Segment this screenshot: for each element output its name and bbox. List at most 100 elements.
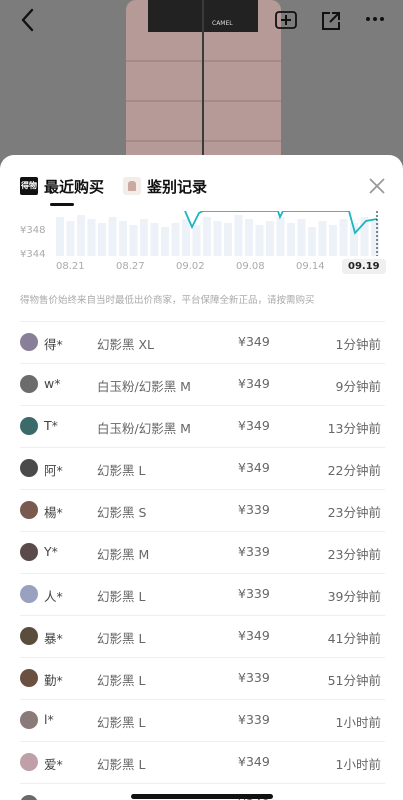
product-spec: 幻影黑 L: [97, 673, 146, 688]
product-spec: 幻影黑 L: [97, 631, 146, 646]
purchase-price: ¥349: [238, 460, 270, 475]
purchase-time: 13分钟前: [327, 421, 381, 436]
purchase-record-row: 得* 幻影黑 XL ¥349 1分钟前: [20, 321, 385, 363]
avatar: [20, 459, 38, 477]
price-bar: [266, 221, 274, 256]
price-bar: [108, 217, 117, 256]
more-icon[interactable]: [364, 8, 386, 30]
price-bar: [129, 225, 138, 256]
price-bar: [192, 225, 201, 256]
tab-authentication-records[interactable]: 鉴别记录: [123, 173, 207, 199]
buyer-name: l*: [44, 712, 54, 727]
active-tab-indicator: [50, 203, 74, 206]
buyer-name: 阿*: [44, 463, 63, 478]
share-icon[interactable]: [320, 10, 342, 32]
price-bar: [203, 217, 211, 256]
buyer-name: 暴*: [44, 631, 63, 646]
dewu-logo-icon: 得物: [20, 177, 38, 195]
price-bar: [318, 221, 327, 256]
price-bar: [329, 225, 337, 256]
purchase-time: 23分钟前: [327, 547, 381, 562]
x-tick-label: 08.27: [116, 261, 145, 272]
price-bar: [171, 223, 180, 256]
x-tick-label: 09.02: [176, 261, 205, 272]
avatar: [20, 543, 38, 561]
product-spec: 白玉粉/幻影黑 M: [97, 421, 191, 436]
purchase-record-row: 爱* 幻影黑 L ¥349 1小时前: [20, 741, 385, 783]
avatar: [20, 501, 38, 519]
purchase-record-row: 楊* 幻影黑 S ¥339 23分钟前: [20, 489, 385, 531]
back-arrow-icon[interactable]: [18, 6, 40, 34]
home-indicator: [131, 794, 273, 799]
price-bar: [182, 219, 190, 256]
purchase-time: 41分钟前: [327, 631, 381, 646]
price-bar: [77, 215, 85, 256]
price-bar: [339, 219, 348, 256]
purchase-records-list: 得* 幻影黑 XL ¥349 1分钟前 w* 白玉粉/幻影黑 M ¥349 9分钟前 T* 白玉粉…: [20, 321, 385, 800]
purchase-time: 39分钟前: [327, 589, 381, 604]
purchase-price: ¥339: [238, 502, 270, 517]
avatar: [20, 585, 38, 603]
price-bar: [87, 219, 96, 256]
price-bar: [234, 215, 243, 256]
purchase-price: ¥349: [238, 628, 270, 643]
price-bar: [140, 219, 148, 256]
price-bars: [56, 215, 379, 256]
purchase-time: 1小时前: [335, 715, 381, 730]
avatar: [20, 627, 38, 645]
sell-icon[interactable]: [274, 8, 298, 32]
avatar: [20, 753, 38, 771]
avatar: [20, 333, 38, 351]
buyer-name: 爱*: [44, 757, 63, 772]
recent-purchases-sheet: 得物 最近购买 鉴别记录 ¥348 ¥344 08.21 08.27 09.02…: [0, 155, 403, 800]
price-bar: [161, 227, 169, 256]
buyer-name: 勤*: [44, 673, 63, 688]
purchase-time: 51分钟前: [327, 673, 381, 688]
purchase-price: ¥339: [238, 670, 270, 685]
buyer-name: 小*: [44, 796, 63, 800]
tab-label: 鉴别记录: [147, 177, 208, 196]
avatar: [20, 711, 38, 729]
product-spec: 幻影黑 L: [97, 757, 146, 772]
buyer-name: 楊*: [44, 505, 63, 520]
sheet-tabs: 得物 最近购买 鉴别记录: [0, 155, 403, 211]
purchase-time: 1小时前: [336, 796, 381, 800]
price-bar: [150, 223, 159, 256]
tab-recent-purchases[interactable]: 得物 最近购买: [20, 173, 104, 199]
close-icon[interactable]: [366, 175, 388, 197]
purchase-record-row: w* 白玉粉/幻影黑 M ¥349 9分钟前: [20, 363, 385, 405]
purchase-record-row: Y* 幻影黑 M ¥339 23分钟前: [20, 531, 385, 573]
purchase-record-row: 阿* 幻影黑 L ¥349 22分钟前: [20, 447, 385, 489]
purchase-time: 23分钟前: [327, 505, 381, 520]
price-bar: [245, 219, 253, 256]
product-spec: 幻影黑 M: [97, 547, 150, 562]
purchase-price: ¥339: [238, 712, 270, 727]
y-tick-label: ¥348: [20, 225, 46, 236]
avatar: [20, 669, 38, 687]
purchase-price: ¥349: [238, 334, 270, 349]
price-bar: [255, 225, 264, 256]
purchase-time: 1分钟前: [335, 337, 381, 352]
top-bar: [0, 0, 403, 40]
price-bar: [119, 221, 127, 256]
buyer-name: T*: [44, 418, 58, 433]
buyer-name: w*: [44, 376, 61, 391]
purchase-price: ¥349: [238, 754, 270, 769]
price-bar: [66, 221, 75, 256]
price-bar: [98, 223, 106, 256]
purchase-price: ¥349: [238, 418, 270, 433]
product-spec: 幻影黑 S: [97, 505, 147, 520]
price-bar: [276, 217, 285, 256]
price-bar: [297, 219, 306, 256]
purchase-record-row: 暴* 幻影黑 L ¥349 41分钟前: [20, 615, 385, 657]
product-backdrop: CAMEL: [0, 0, 403, 160]
price-bar: [56, 217, 64, 256]
x-tick-label: 09.14: [296, 261, 325, 272]
purchase-price: ¥349: [238, 376, 270, 391]
purchase-time: 22分钟前: [327, 463, 381, 478]
purchase-record-row: 勤* 幻影黑 L ¥339 51分钟前: [20, 657, 385, 699]
x-tick-label-selected[interactable]: 09.19: [342, 259, 386, 274]
purchase-time: 9分钟前: [335, 379, 381, 394]
product-spec: 白玉粉/幻影黑 M: [97, 379, 191, 394]
purchase-record-row: 人* 幻影黑 L ¥339 39分钟前: [20, 573, 385, 615]
